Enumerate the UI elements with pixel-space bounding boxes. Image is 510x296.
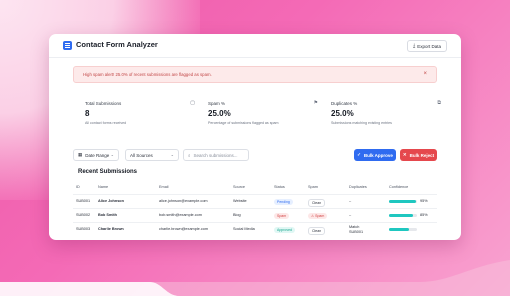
stat-label: Duplicates % [331,101,358,106]
confidence-bar [389,228,417,231]
cell-id: SUB002 [76,213,91,217]
table-row[interactable]: SUB002 Bob Smith bob.smith@example.com B… [73,208,437,222]
table-row[interactable]: SUB003 Charlie Brown charlie.brown@examp… [73,222,437,236]
source-select-value: All Sources [130,152,153,158]
export-data-button[interactable]: ⤓ Export Data [407,40,447,52]
cell-source: Website [233,199,247,203]
search-input[interactable]: ⌕ Search submissions... [183,149,249,161]
cell-duplicates: – [349,199,352,203]
app-logo-icon [63,41,72,50]
cell-confidence: 95% [420,199,428,203]
chevron-down-icon: ⌄ [170,152,174,157]
status-badge: Pending [274,199,293,205]
cell-email: charlie.brown@example.com [159,227,209,231]
cell-email: alice.johnson@example.com [159,199,208,203]
app-header: Contact Form Analyzer ⤓ Export Data [49,34,461,58]
search-icon: ⌕ [188,152,191,158]
x-icon: ✕ [402,152,407,157]
stat-card-total: Total Submissions ▢ 8 All contact forms … [85,98,195,138]
col-name[interactable]: Name [98,185,108,189]
status-badge: Approved [274,227,295,233]
confidence-fill [389,200,416,203]
download-icon: ⤓ [413,43,416,49]
cell-name: Alice Johnson [98,199,124,203]
table-row[interactable]: SUB001 Alice Johnson alice.johnson@examp… [73,194,437,208]
stat-value: 25.0% [208,109,231,118]
date-range-label: Date Range [85,152,110,158]
stat-card-spam: Spam % ⚑ 25.0% Percentage of submissions… [208,98,318,138]
alert-text: High spam alert! 25.0% of recent submiss… [83,72,212,77]
col-source[interactable]: Source [233,185,245,189]
cell-confidence: 85% [420,213,428,217]
confidence-fill [389,228,409,231]
col-status[interactable]: Status [274,185,285,189]
background-wave [0,260,510,296]
stat-value: 25.0% [331,109,354,118]
stat-label: Total Submissions [85,101,122,106]
col-confidence[interactable]: Confidence [389,185,408,189]
bulk-reject-button[interactable]: ✕ Bulk Reject [400,149,437,161]
cell-id: SUB001 [76,199,91,203]
close-icon[interactable]: × [423,71,427,77]
source-select[interactable]: All Sources ⌄ [125,149,179,161]
message-icon: ▢ [190,100,195,106]
app-title: Contact Form Analyzer [76,40,158,49]
bulk-approve-label: Bulk Approve [363,152,393,158]
search-placeholder: Search submissions... [193,152,238,158]
cell-id: SUB003 [76,227,91,231]
status-badge: Spam [274,213,290,219]
cell-email: bob.smith@example.com [159,213,202,217]
stat-subtext: All contact forms received [85,121,127,125]
bulk-approve-button[interactable]: ✓ Bulk Approve [354,149,396,161]
section-title: Recent Submissions [78,169,138,175]
stat-card-duplicates: Duplicates % ⧉ 25.0% Submissions matchin… [331,98,441,138]
confidence-bar [389,214,417,217]
col-email[interactable]: Email [159,185,169,189]
filter-bar: ▦ Date Range ⌄ All Sources ⌄ ⌕ Search su… [73,149,437,161]
cell-duplicates: – [349,213,352,217]
stat-subtext: Submissions matching existing entries [331,121,392,125]
cell-source: Blog [233,213,241,217]
spam-badge: Clean [308,227,326,235]
copy-icon: ⧉ [437,100,441,106]
bulk-reject-label: Bulk Reject [409,152,435,158]
cell-source: Social Media [233,227,255,231]
cell-duplicates: Match SUB001 [349,225,364,234]
stat-label: Spam % [208,101,226,106]
col-id[interactable]: ID [76,185,80,189]
calendar-icon: ▦ [78,152,83,157]
spam-badge-label: Spam [315,214,325,218]
confidence-fill [389,214,413,217]
chevron-down-icon: ⌄ [110,152,114,157]
app-window: Contact Form Analyzer ⤓ Export Data High… [49,34,461,240]
spam-alert-banner: High spam alert! 25.0% of recent submiss… [73,66,437,83]
spam-badge: Clean [308,199,326,207]
date-range-picker[interactable]: ▦ Date Range ⌄ [73,149,119,161]
stat-value: 8 [85,109,90,118]
stat-subtext: Percentage of submissions flagged as spa… [208,121,279,125]
col-duplicates[interactable]: Duplicates [349,185,367,189]
export-data-label: Export Data [417,43,441,49]
cell-name: Charlie Brown [98,227,124,231]
table-header: ID Name Email Source Status Spam Duplica… [73,185,437,194]
spam-badge: ⚠ Spam [308,213,328,219]
confidence-bar [389,200,417,203]
check-icon: ✓ [357,152,361,157]
flag-icon: ⚑ [313,100,318,106]
col-spam[interactable]: Spam [308,185,318,189]
cell-name: Bob Smith [98,213,117,217]
